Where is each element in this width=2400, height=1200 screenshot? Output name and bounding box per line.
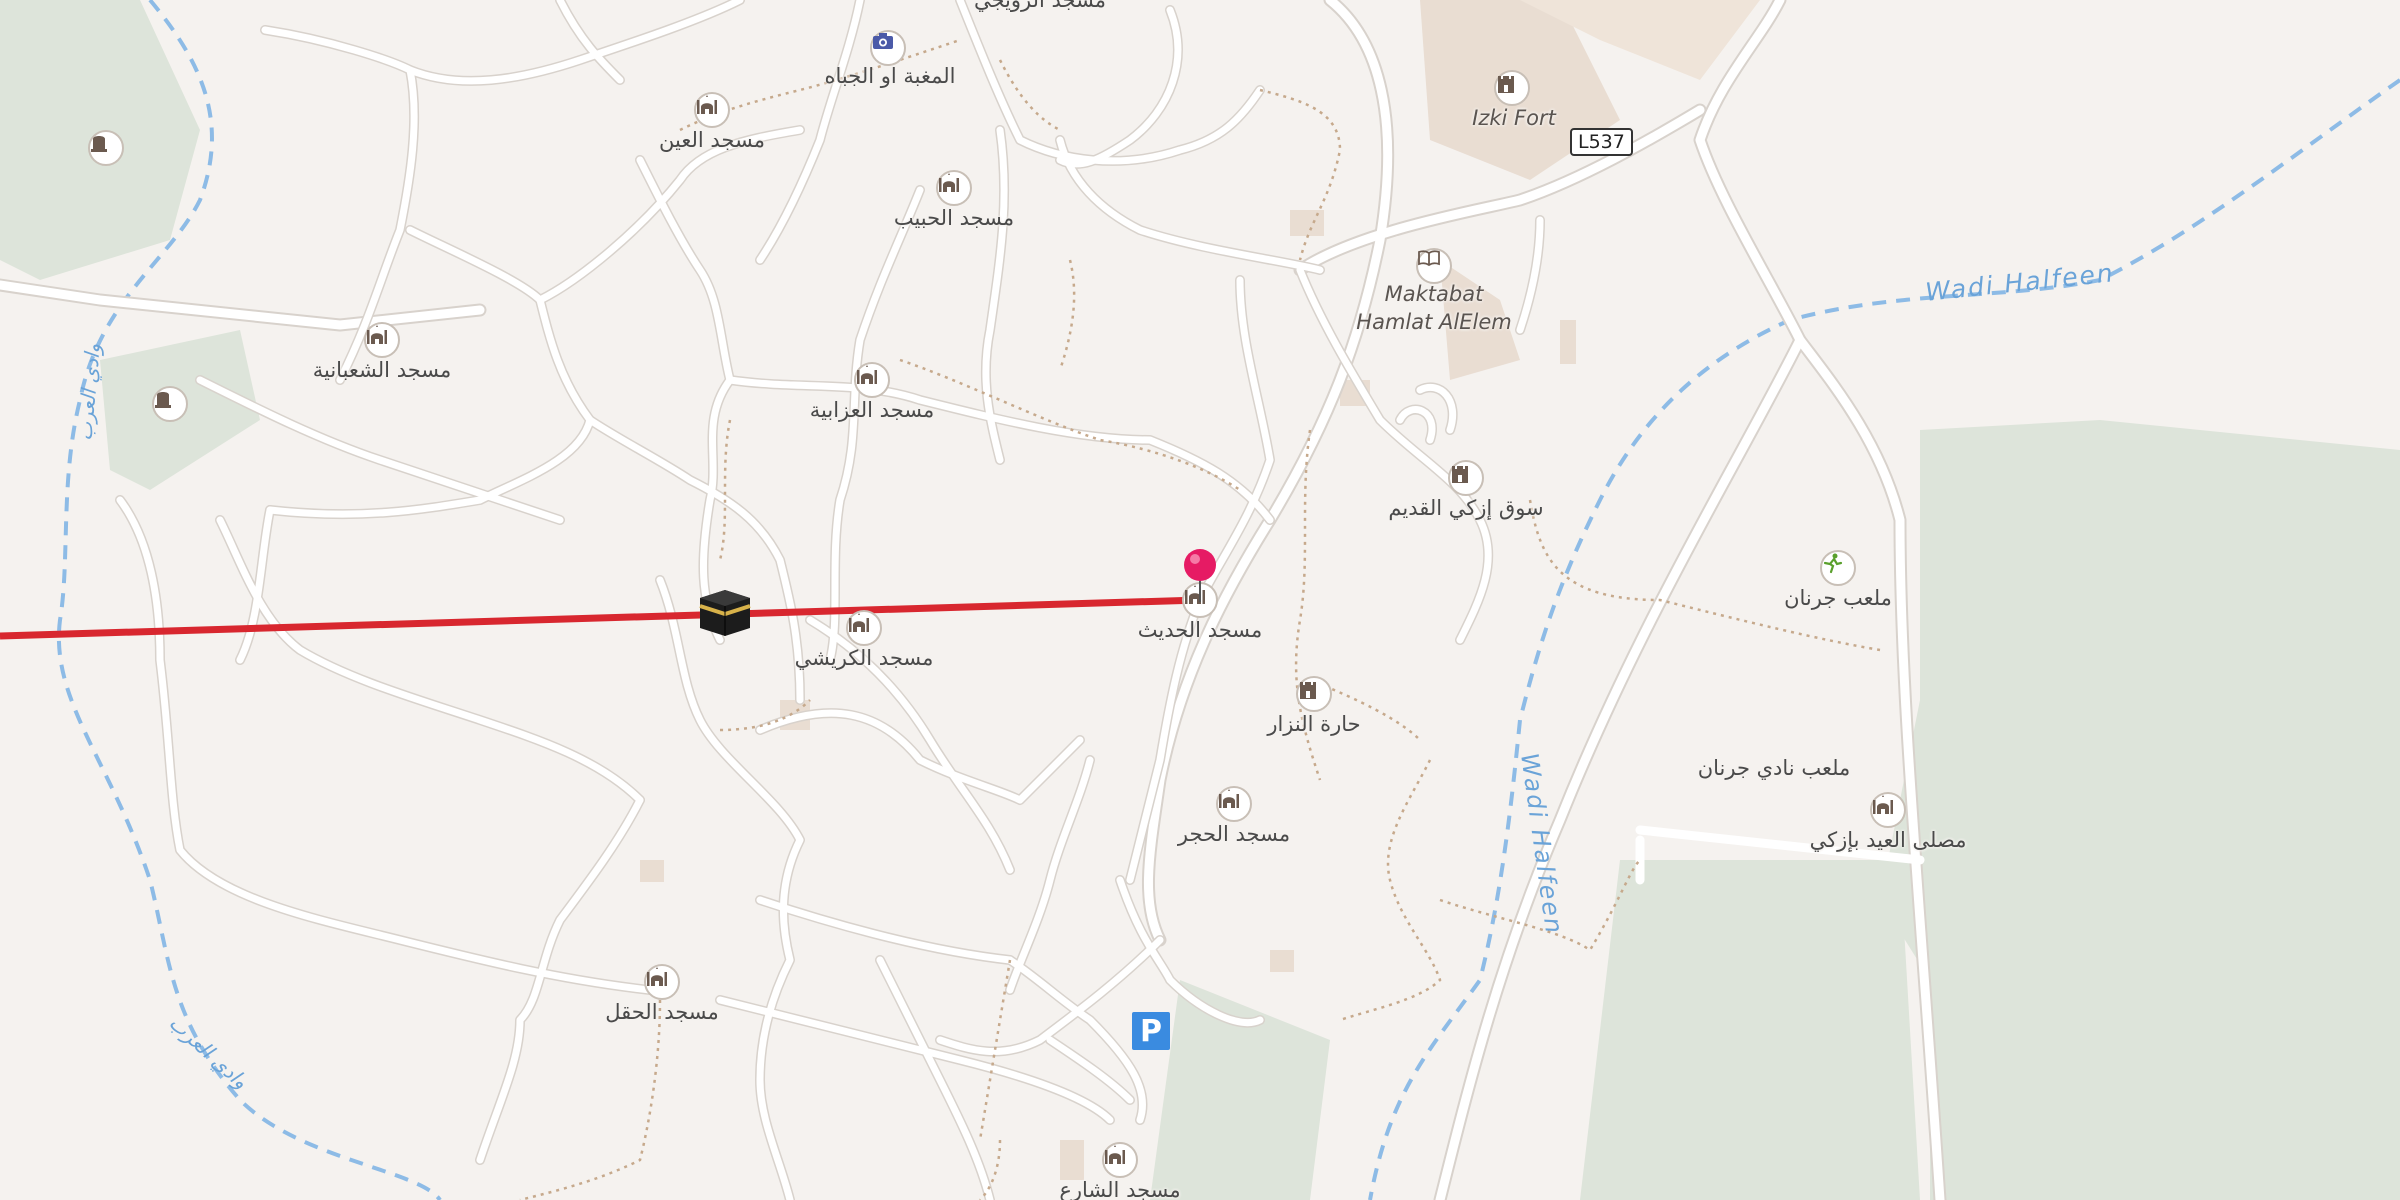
castle-glyph (1452, 466, 1468, 483)
camera-glyph (873, 33, 893, 49)
cemetery-icon[interactable] (152, 386, 188, 422)
place-label: ملعب نادي جرنان (1697, 756, 1851, 780)
map-canvas[interactable]: Wadi Halfeen Wadi Halfeen وادي العرب واد… (0, 0, 2400, 1200)
mosque-glyph (697, 95, 717, 114)
mosque-icon[interactable] (936, 170, 972, 206)
mosque-icon[interactable] (1870, 792, 1906, 828)
minor-road-casings (115, 0, 1545, 1200)
book-glyph (1418, 250, 1440, 266)
place-label: مصلى العيد بإزكي (1809, 828, 1967, 852)
place-label: مسجد الشارع (1059, 1178, 1181, 1200)
place-label: المغبة او الجباه (824, 64, 956, 88)
viewpoint-icon[interactable] (870, 30, 906, 66)
castle-glyph (1498, 76, 1514, 93)
mosque-icon[interactable] (854, 362, 890, 398)
place-label: ملعب جرنان (1784, 586, 1892, 610)
castle-icon[interactable] (1296, 676, 1332, 712)
mosque-glyph (1873, 795, 1893, 814)
place-label: مسجد الحبيب (893, 206, 1015, 230)
mosque-glyph (367, 325, 387, 344)
cemetery-icon[interactable] (88, 130, 124, 166)
mosque-glyph (1219, 789, 1239, 808)
place-label: مسجد الكريشي (794, 646, 934, 670)
mosque-icon[interactable] (1102, 1142, 1138, 1178)
sports-icon[interactable] (1820, 550, 1856, 586)
mosque-icon[interactable] (364, 322, 400, 358)
mosque-glyph (1105, 1145, 1125, 1164)
mosque-glyph (647, 967, 667, 986)
road-shield: L537 (1570, 128, 1633, 156)
mosque-glyph (939, 173, 959, 192)
place-label: مسجد الحجر (1177, 822, 1291, 846)
kaaba-glyph (699, 590, 751, 636)
sport-glyph (1823, 553, 1843, 574)
grave-glyph (91, 136, 107, 152)
mosque-icon[interactable] (1216, 786, 1252, 822)
parking-icon[interactable]: P (1132, 1012, 1170, 1050)
place-label: Hamlat AlElem (1356, 310, 1512, 334)
place-label: مسجد الشعبانية (312, 358, 452, 382)
location-marker-icon[interactable] (1183, 548, 1217, 602)
kaaba-icon[interactable] (698, 588, 752, 638)
place-label: مسجد الحقل (605, 1000, 719, 1024)
marker-glyph (1184, 549, 1216, 602)
mosque-icon[interactable] (694, 92, 730, 128)
place-label: مسجد العزابية (809, 398, 935, 422)
place-label: مسجد الرويجي (973, 0, 1107, 12)
mosque-glyph (849, 613, 869, 632)
place-label: مسجد الحديث (1137, 618, 1263, 642)
castle-icon[interactable] (1448, 460, 1484, 496)
place-label: Maktabat (1384, 282, 1484, 306)
grave-glyph (155, 392, 171, 408)
place-label: حارة النزار (1267, 712, 1361, 736)
place-label: مسجد العين (659, 128, 765, 152)
mosque-glyph (857, 365, 877, 384)
castle-icon[interactable] (1494, 70, 1530, 106)
route-line (0, 596, 1201, 640)
mosque-icon[interactable] (644, 964, 680, 1000)
castle-glyph (1300, 682, 1316, 699)
library-icon[interactable] (1416, 248, 1452, 284)
place-label: Izki Fort (1472, 106, 1556, 130)
mosque-icon[interactable] (846, 610, 882, 646)
place-label: سوق إزكي القديم (1388, 496, 1544, 520)
